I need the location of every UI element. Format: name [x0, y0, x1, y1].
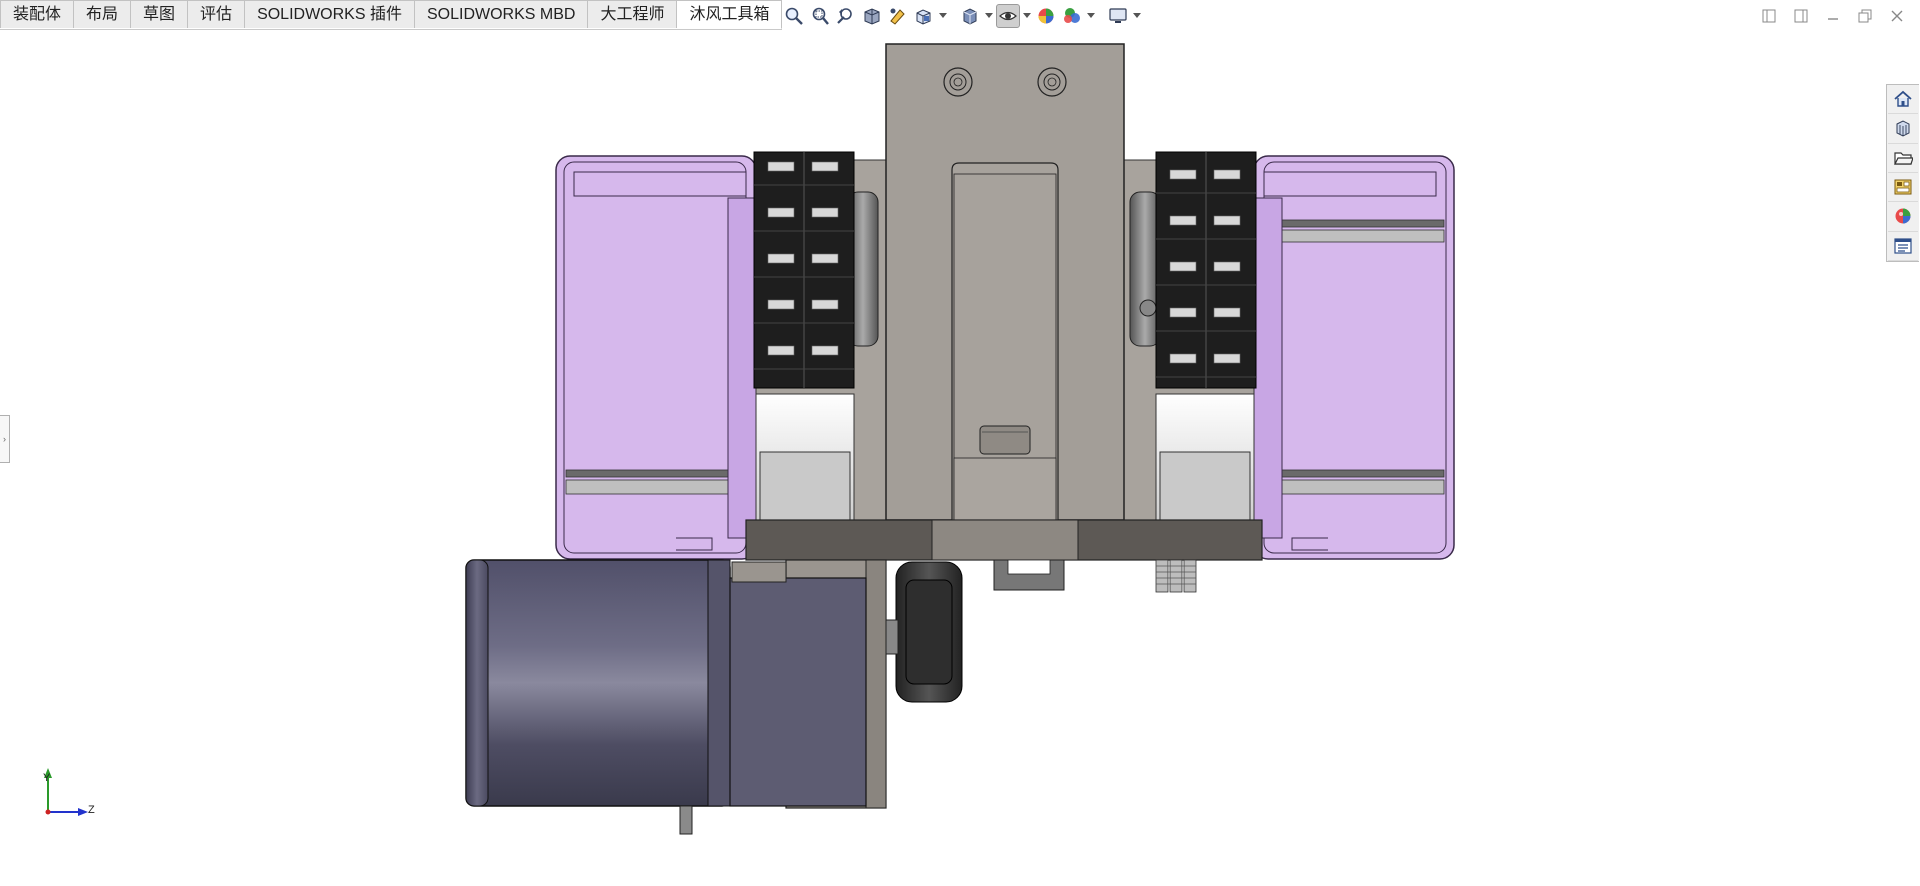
tab-da-gongchengshi[interactable]: 大工程师: [588, 0, 678, 28]
tab-layout[interactable]: 布局: [74, 0, 132, 28]
left-guide-block: [755, 393, 855, 521]
triad-y-label: Y: [43, 772, 51, 784]
previous-view-icon[interactable]: [834, 4, 858, 28]
drive-roller: [885, 561, 963, 703]
tab-evaluate[interactable]: 评估: [188, 0, 246, 28]
window-controls: [1758, 4, 1908, 28]
restore-icon[interactable]: [1854, 6, 1876, 26]
view-settings-icon[interactable]: [1106, 4, 1130, 28]
dynamic-annotation-icon[interactable]: [886, 4, 910, 28]
tab-solidworks-addins[interactable]: SOLIDWORKS 插件: [245, 0, 415, 28]
center-plate: [885, 43, 1125, 521]
tab-sketch[interactable]: 草图: [131, 0, 189, 28]
close-icon[interactable]: [1886, 6, 1908, 26]
zoom-to-area-icon[interactable]: [808, 4, 832, 28]
chevron-down-icon[interactable]: [1022, 4, 1032, 28]
tile-right-icon[interactable]: [1790, 6, 1812, 26]
triad-z-label: Z: [88, 804, 95, 816]
triad-labels: Y Z: [38, 772, 100, 848]
stepper-motor: [465, 559, 867, 835]
section-view-icon[interactable]: [860, 4, 884, 28]
minimize-icon[interactable]: [1822, 6, 1844, 26]
tile-left-icon[interactable]: [1758, 6, 1780, 26]
chevron-down-icon[interactable]: [1086, 4, 1096, 28]
right-guide-block: [1155, 393, 1255, 521]
chevron-down-icon[interactable]: [1132, 4, 1142, 28]
right-housing: [1253, 155, 1455, 560]
chevron-down-icon[interactable]: [938, 4, 948, 28]
left-housing: [555, 155, 757, 560]
heads-up-view-toolbar: [782, 3, 1142, 29]
left-drag-chain: [753, 151, 855, 389]
tab-mufeng-toolbox[interactable]: 沐风工具箱: [677, 0, 783, 29]
chevron-down-icon[interactable]: [984, 4, 994, 28]
assembly-model: [44, 43, 1455, 835]
hide-show-items-icon[interactable]: [996, 4, 1020, 28]
zoom-to-fit-icon[interactable]: [782, 4, 806, 28]
tab-solidworks-mbd[interactable]: SOLIDWORKS MBD: [414, 0, 589, 28]
command-manager-tabs: 装配体 布局 草图 评估 SOLIDWORKS 插件 SOLIDWORKS MB…: [0, 0, 783, 30]
graphics-area[interactable]: Y Z: [0, 30, 1920, 881]
apply-scene-icon[interactable]: [1060, 4, 1084, 28]
right-drag-chain: [1155, 151, 1257, 389]
view-orientation-icon[interactable]: [912, 4, 936, 28]
tab-assembly[interactable]: 装配体: [0, 0, 75, 28]
display-style-icon[interactable]: [958, 4, 982, 28]
edit-appearance-icon[interactable]: [1034, 4, 1058, 28]
